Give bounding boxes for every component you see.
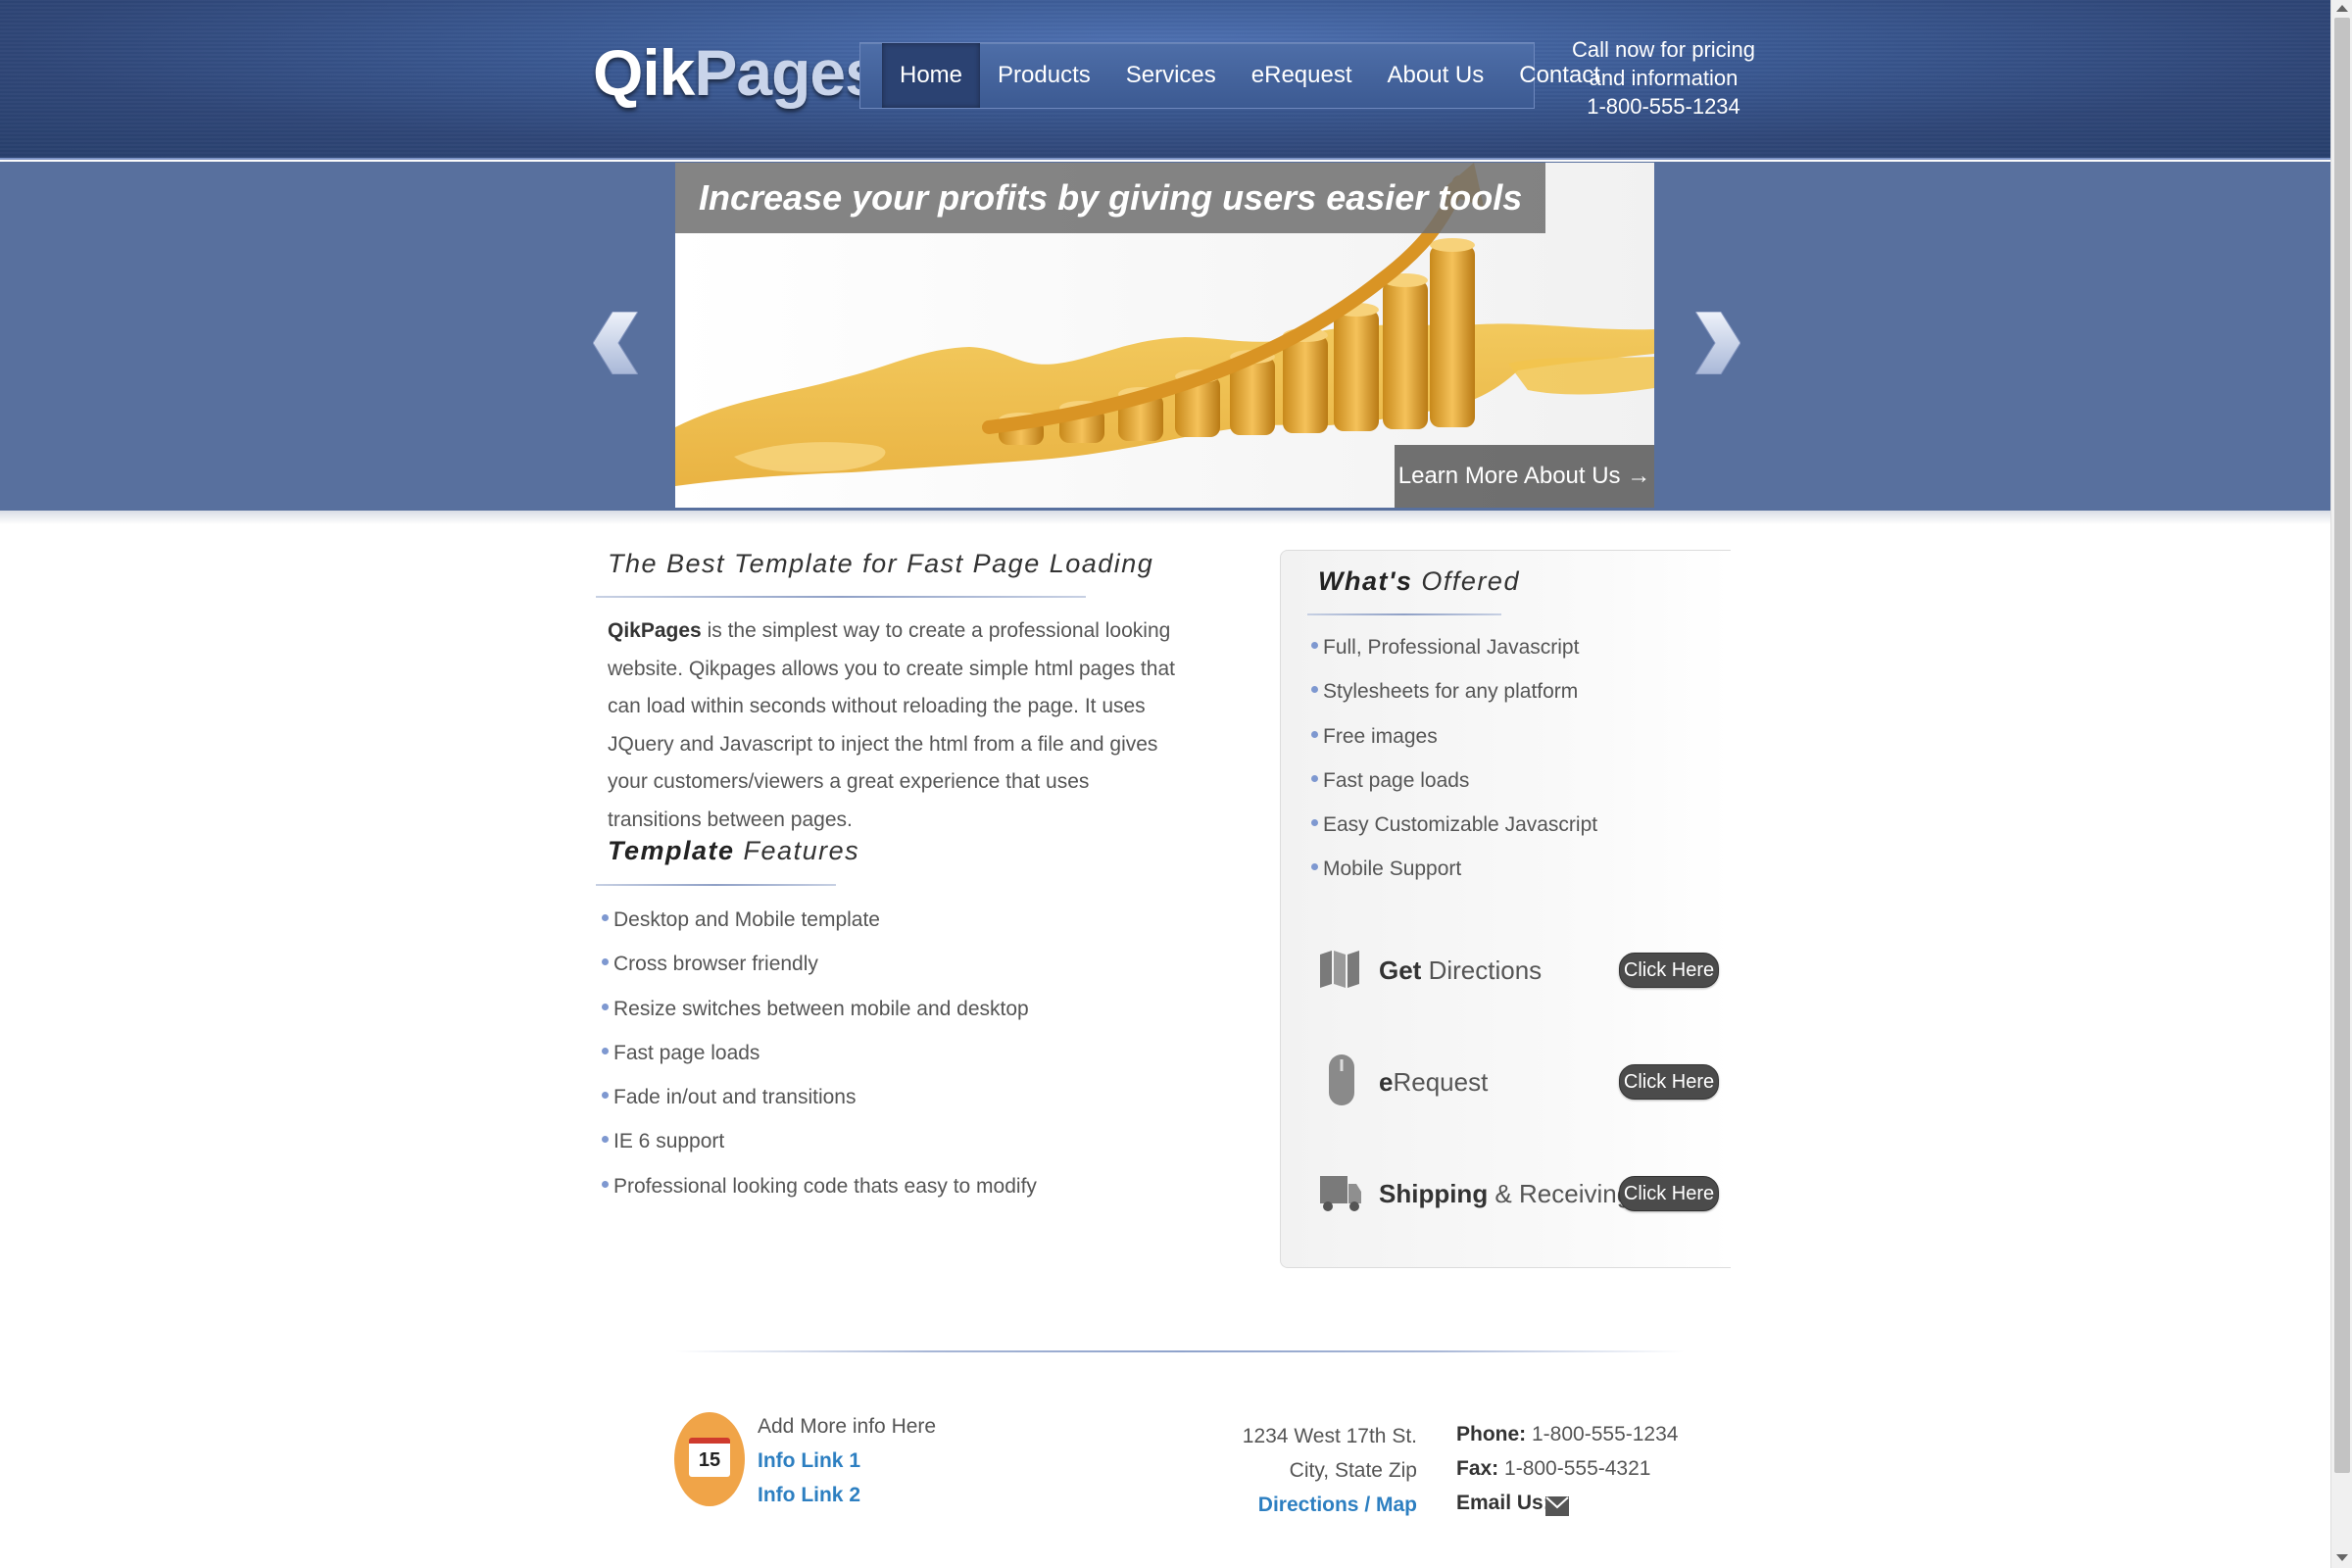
nav-erequest[interactable]: eRequest — [1234, 43, 1370, 108]
fax-line: Fax: 1-800-555-4321 — [1456, 1457, 1650, 1481]
list-item: Free images — [1311, 722, 1597, 766]
directions-map-link[interactable]: Directions / Map — [1258, 1494, 1417, 1517]
best-template-heading: The Best Template for Fast Page Loading — [608, 549, 1154, 578]
footer-divider — [675, 1350, 1685, 1352]
info-link-2[interactable]: Info Link 2 — [758, 1484, 860, 1507]
template-features-bold: Template — [608, 836, 735, 865]
mouse-icon — [1329, 1054, 1354, 1105]
nav-home[interactable]: Home — [882, 43, 981, 108]
phone-label: Phone: — [1456, 1423, 1527, 1446]
heading-underline — [596, 596, 1086, 598]
add-info-text: Add More info Here — [758, 1415, 937, 1438]
call-line-2: and information — [1589, 66, 1739, 90]
slide-caption: Increase your profits by giving users ea… — [675, 163, 1546, 233]
call-now-info: Call now for pricing and information 1-8… — [1558, 35, 1769, 121]
phone-value: 1-800-555-1234 — [1526, 1423, 1679, 1446]
nav-about-us[interactable]: About Us — [1370, 43, 1502, 108]
whats-offered-bold: What's — [1318, 566, 1413, 596]
intro-paragraph: QikPages is the simplest way to create a… — [608, 612, 1186, 840]
fax-label: Fax: — [1456, 1457, 1499, 1480]
learn-more-button[interactable]: Learn More About Us → — [1395, 445, 1654, 508]
slide-image: Increase your profits by giving users ea… — [675, 163, 1654, 508]
address-line-1: 1234 West 17th St. — [1242, 1425, 1417, 1447]
truck-icon — [1320, 1176, 1361, 1211]
call-phone: 1-800-555-1234 — [1587, 94, 1740, 119]
main-nav: Home Products Services eRequest About Us… — [859, 42, 1600, 109]
list-item: Fade in/out and transitions — [602, 1083, 1037, 1127]
shipping-receiving-button[interactable]: Click Here — [1619, 1176, 1719, 1211]
get-directions-rest: Directions — [1421, 956, 1543, 985]
shipping-bold: Shipping — [1379, 1179, 1489, 1208]
list-item: Fast page loads — [1311, 766, 1597, 810]
banner-shadow — [0, 511, 2330, 524]
nav-products[interactable]: Products — [980, 43, 1108, 108]
get-directions-button[interactable]: Click Here — [1619, 953, 1719, 988]
address-line-2: City, State Zip — [1289, 1459, 1417, 1482]
list-item: Full, Professional Javascript — [1311, 633, 1597, 677]
list-item: Resize switches between mobile and deskt… — [602, 995, 1037, 1039]
template-features-rest: Features — [734, 836, 860, 865]
heading-underline — [1307, 613, 1501, 615]
intro-text: is the simplest way to create a professi… — [608, 619, 1175, 831]
get-directions-bold: Get — [1379, 956, 1422, 985]
envelope-icon[interactable] — [1545, 1496, 1569, 1516]
vertical-scrollbar[interactable] — [2330, 0, 2352, 1568]
logo-qik: Qik — [593, 36, 695, 109]
shipping-receiving-label: Shipping & Receiving — [1379, 1179, 1631, 1209]
whats-offered-heading: What's Offered — [1318, 566, 1520, 597]
list-item: IE 6 support — [602, 1127, 1037, 1171]
list-item: Stylesheets for any platform — [1311, 677, 1597, 721]
header: QikPages Home Products Services eRequest… — [0, 0, 2330, 160]
email-label: Email Us: — [1456, 1492, 1550, 1514]
info-link-1[interactable]: Info Link 1 — [758, 1449, 860, 1473]
logo[interactable]: QikPages — [593, 35, 881, 110]
calendar-icon: 15 — [674, 1412, 745, 1506]
nav-services[interactable]: Services — [1108, 43, 1234, 108]
call-line-1: Call now for pricing — [1571, 37, 1756, 62]
offered-list: Full, Professional Javascript Stylesheet… — [1311, 633, 1597, 900]
template-features-heading: Template Features — [608, 836, 859, 866]
list-item: Cross browser friendly — [602, 950, 1037, 994]
list-item: Mobile Support — [1311, 855, 1597, 899]
shipping-rest: & Receiving — [1488, 1179, 1632, 1208]
arrow-left-icon[interactable] — [593, 312, 638, 374]
heading-underline — [596, 884, 836, 886]
whats-offered-rest: Offered — [1412, 566, 1520, 596]
template-features-list: Desktop and Mobile template Cross browse… — [602, 906, 1037, 1216]
list-item: Easy Customizable Javascript — [1311, 810, 1597, 855]
scroll-thumb[interactable] — [2334, 18, 2350, 1473]
erequest-bold: e — [1379, 1067, 1394, 1097]
fax-value: 1-800-555-4321 — [1498, 1457, 1651, 1480]
map-icon — [1320, 951, 1359, 988]
list-item: Desktop and Mobile template — [602, 906, 1037, 950]
calendar-day: 15 — [689, 1438, 730, 1477]
scroll-down-icon[interactable] — [2336, 1554, 2348, 1561]
intro-brand: QikPages — [608, 619, 702, 642]
list-item: Professional looking code thats easy to … — [602, 1172, 1037, 1216]
erequest-label: eRequest — [1379, 1067, 1488, 1098]
logo-pages: Pages — [694, 36, 880, 109]
phone-line: Phone: 1-800-555-1234 — [1456, 1423, 1678, 1446]
arrow-right-icon[interactable] — [1695, 312, 1740, 374]
erequest-button[interactable]: Click Here — [1619, 1064, 1719, 1100]
email-line: Email Us: — [1456, 1492, 1550, 1515]
get-directions-label: Get Directions — [1379, 956, 1542, 986]
scroll-up-icon[interactable] — [2336, 5, 2348, 12]
list-item: Fast page loads — [602, 1039, 1037, 1083]
erequest-rest: Request — [1393, 1067, 1489, 1097]
